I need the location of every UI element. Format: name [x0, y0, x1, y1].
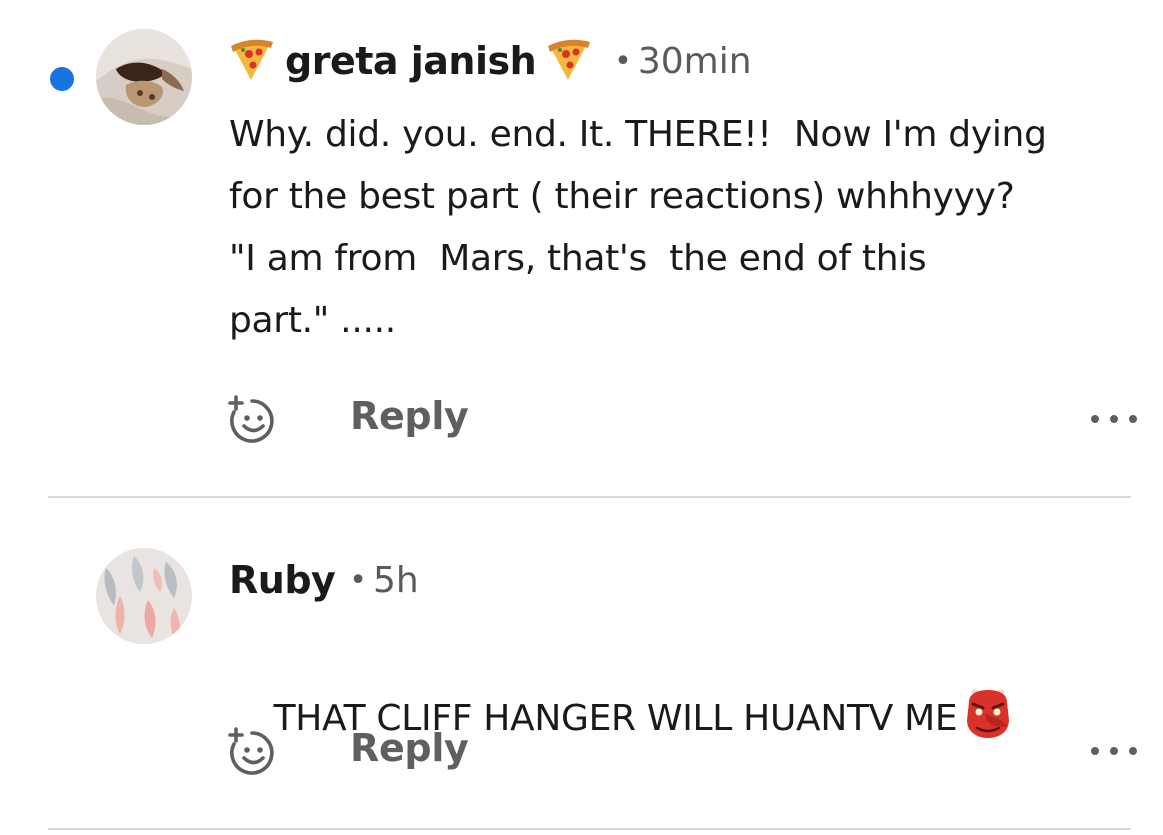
meta-separator: • [614, 43, 632, 79]
reply-button[interactable]: Reply [350, 726, 469, 770]
avatar[interactable] [96, 548, 192, 644]
divider [48, 496, 1131, 498]
reply-button[interactable]: Reply [350, 394, 469, 438]
unread-indicator [50, 67, 74, 91]
username[interactable]: greta janish [285, 39, 537, 83]
meta-separator: • [349, 562, 367, 598]
add-reaction-icon[interactable] [224, 394, 278, 446]
username[interactable]: Ruby [229, 558, 336, 602]
avatar[interactable] [96, 29, 192, 125]
comment-header: greta janish • 30min [229, 31, 752, 91]
more-options-icon[interactable] [1089, 404, 1139, 434]
comment-text-line: THAT CLIFF HANGER WILL HUANTV ME [229, 624, 1139, 812]
comment-actions: Reply [224, 722, 1139, 782]
add-reaction-icon[interactable] [224, 726, 278, 778]
more-options-icon[interactable] [1089, 736, 1139, 766]
divider [48, 828, 1131, 830]
comment-text: Why. did. you. end. It. THERE!! Now I'm … [229, 114, 1047, 341]
timestamp: 30min [637, 40, 752, 82]
pizza-icon [229, 38, 275, 84]
comment-header: Ruby • 5h [229, 550, 419, 610]
comment-actions: Reply [224, 390, 1139, 450]
pizza-icon [546, 38, 592, 84]
timestamp: 5h [373, 559, 419, 601]
